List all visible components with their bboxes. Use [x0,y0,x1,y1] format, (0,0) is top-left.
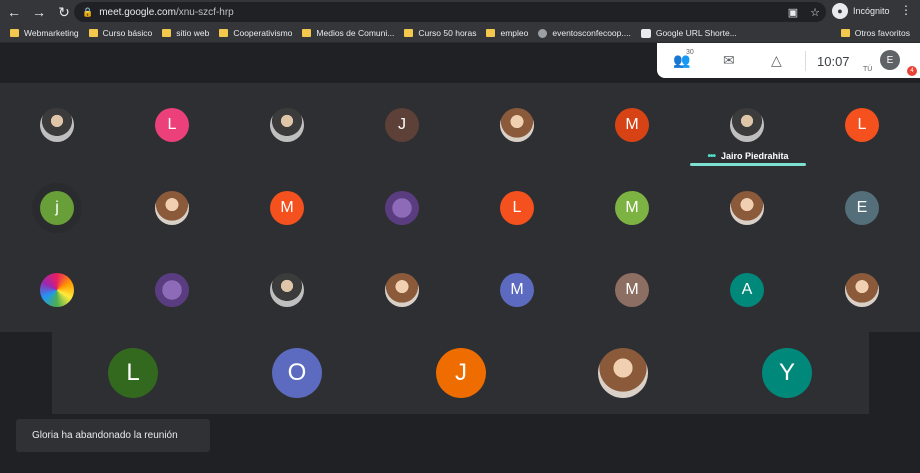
participant-avatar[interactable]: M [615,191,649,225]
speaking-indicator-icon: ••• [707,150,715,162]
self-avatar[interactable]: E [880,50,900,70]
kebab-menu-icon[interactable]: ⋮ [900,3,912,17]
participant-avatar[interactable]: E [845,191,879,225]
bookmark-eventosconfecoop[interactable]: eventosconfecoop.... [538,28,631,38]
participant-avatar[interactable]: M [615,108,649,142]
url-path: /xnu-szcf-hrp [175,6,234,18]
bookmark-cooperativismo[interactable]: Cooperativismo [219,28,292,38]
participant-avatar[interactable]: M [615,273,649,307]
google-icon [640,28,651,38]
back-arrow-icon[interactable]: ← [3,1,25,23]
notification-badge: 4 [907,66,917,76]
participant-avatar[interactable] [385,191,419,225]
activities-icon[interactable]: △ [771,52,782,69]
featured-participant-avatar[interactable]: J [436,348,486,398]
participant-avatar[interactable] [845,273,879,307]
url-host: meet.google.com [99,6,176,18]
participant-avatar[interactable] [730,191,764,225]
featured-participant-avatar[interactable] [598,348,648,398]
featured-participants: LOJY [52,332,869,414]
participant-avatar[interactable] [40,273,74,307]
bookmark-curso-50-horas[interactable]: Curso 50 horas [404,28,476,38]
bookmark-curso-basico[interactable]: Curso básico [88,28,152,38]
participant-avatar[interactable] [270,273,304,307]
you-label: TÚ [863,66,873,73]
star-icon[interactable]: ☆ [810,6,820,19]
participant-avatar[interactable]: L [155,108,189,142]
bookmark-webmarketing[interactable]: Webmarketing [10,28,79,38]
divider [805,51,806,71]
clock-time: 10:07 [817,54,850,69]
camera-blocked-icon[interactable]: ▣ [788,6,798,19]
incognito-indicator[interactable]: ● Incógnito [832,3,890,19]
participant-avatar[interactable]: J [385,108,419,142]
browser-toolbar: ← → ↻ 🔒 meet.google.com/xnu-szcf-hrp ▣ ☆… [0,0,920,24]
folder-icon [404,29,414,37]
folder-icon [486,29,496,37]
folder-icon [88,29,98,37]
participant-avatar[interactable] [730,108,764,142]
lock-icon: 🔒 [82,6,94,17]
participant-avatar[interactable] [155,273,189,307]
participant-avatar[interactable]: M [270,191,304,225]
bookmark-empleo[interactable]: empleo [486,28,528,38]
bookmark-google-url-shortener[interactable]: Google URL Shorte... [640,28,737,38]
participant-grid: L J M Lj M L M E M M A [0,83,920,332]
participant-avatar[interactable] [40,108,74,142]
meeting-info-panel: 👥 30 ✉ △ 10:07 TÚ E 4 [657,43,920,78]
bookmarks-bar: Webmarketing Curso básico sitio web Coop… [0,24,920,43]
featured-participant-avatar[interactable]: O [272,348,322,398]
incognito-icon: ● [832,3,848,19]
participant-count: 30 [686,49,694,56]
forward-arrow-icon[interactable]: → [28,1,50,23]
active-speaker-name: Jairo Piedrahita [720,151,789,161]
participant-avatar[interactable]: j [40,191,74,225]
participant-avatar[interactable]: L [500,191,534,225]
notification-toast: Gloria ha abandonado la reunión [16,419,210,452]
chat-icon[interactable]: ✉ [723,52,735,69]
other-bookmarks[interactable]: Otros favoritos [840,28,910,38]
address-bar[interactable]: 🔒 meet.google.com/xnu-szcf-hrp ▣ ☆ [74,2,826,22]
bookmark-medios[interactable]: Medios de Comuni... [302,28,394,38]
participant-avatar[interactable]: M [500,273,534,307]
participant-avatar[interactable] [155,191,189,225]
folder-icon [840,29,850,37]
featured-participant-avatar[interactable]: L [108,348,158,398]
reload-icon[interactable]: ↻ [53,1,75,23]
folder-icon [219,29,229,37]
participant-avatar[interactable]: L [845,108,879,142]
participant-avatar[interactable]: A [730,273,764,307]
active-speaker-bar [690,163,806,166]
participant-avatar[interactable] [270,108,304,142]
participant-avatar[interactable] [385,273,419,307]
folder-icon [162,29,172,37]
incognito-label: Incógnito [853,6,890,16]
featured-participant-avatar[interactable]: Y [762,348,812,398]
participant-avatar[interactable] [500,108,534,142]
bookmark-sitio-web[interactable]: sitio web [162,28,209,38]
globe-icon [538,28,548,38]
folder-icon [10,29,19,37]
folder-icon [302,29,312,37]
